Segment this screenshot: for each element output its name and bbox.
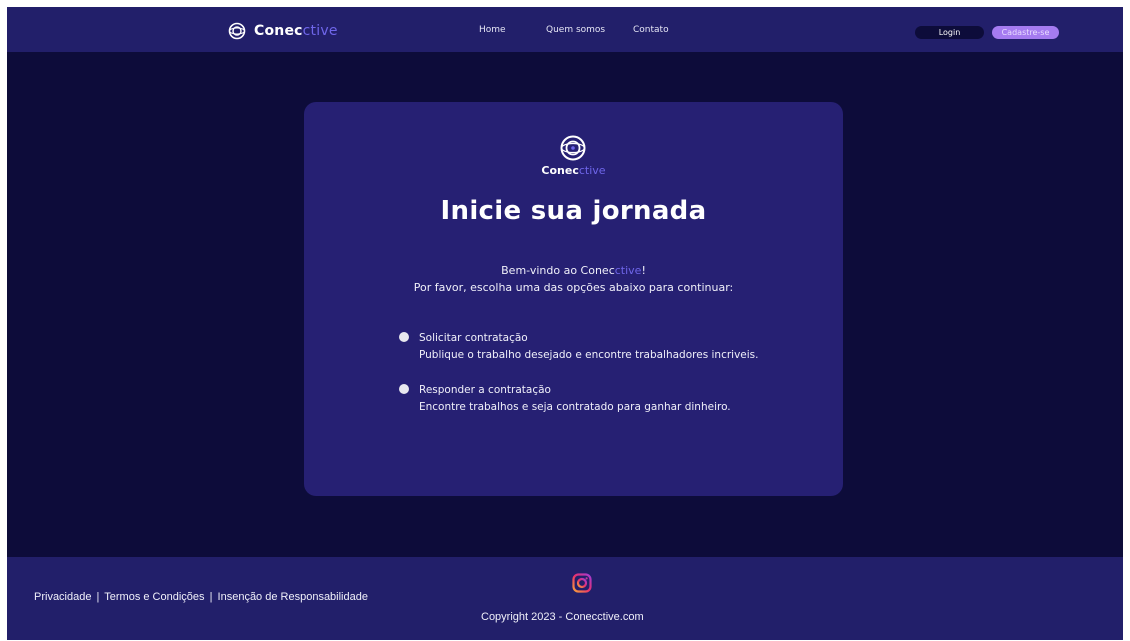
option-text: Responder a contratação Encontre trabalh…: [419, 382, 731, 416]
globe-logo-icon: [560, 135, 586, 161]
brand-name-part2: ctive: [302, 23, 338, 39]
instruction-text: Por favor, escolha uma das opções abaixo…: [413, 281, 734, 294]
option-description: Encontre trabalhos e seja contratado par…: [419, 401, 731, 413]
option-respond-hiring[interactable]: Responder a contratação Encontre trabalh…: [399, 382, 819, 416]
signup-button[interactable]: Cadastre-se: [992, 26, 1059, 39]
welcome-message: Bem-vindo ao Conecctive! Por favor, esco…: [304, 262, 843, 296]
brand-name: Conecctive: [254, 23, 338, 39]
top-nav-bar: Conecctive Home Quem somos Contato Login…: [7, 7, 1123, 52]
nav-link-home[interactable]: Home: [479, 25, 506, 35]
welcome-suffix: !: [641, 264, 646, 277]
nav-link-about[interactable]: Quem somos: [546, 25, 605, 35]
footer-link-terms[interactable]: Termos e Condições: [104, 591, 204, 603]
option-text: Solicitar contratação Publique o trabalh…: [419, 330, 758, 364]
option-description: Publique o trabalho desejado e encontre …: [419, 349, 759, 361]
login-button[interactable]: Login: [915, 26, 984, 39]
footer-link-privacy[interactable]: Privacidade: [34, 591, 91, 603]
welcome-brand: ctive: [614, 264, 642, 277]
footer: Privacidade | Termos e Condições | Insen…: [7, 557, 1123, 640]
nav-link-contact[interactable]: Contato: [633, 25, 669, 35]
journey-card: Conecctive Inicie sua jornada Bem-vindo …: [304, 102, 843, 496]
copyright-text: Copyright 2023 - Conecctive.com: [481, 611, 644, 623]
card-brand-part1: Conec: [541, 164, 579, 177]
option-request-hiring[interactable]: Solicitar contratação Publique o trabalh…: [399, 330, 819, 364]
instagram-icon[interactable]: [572, 573, 592, 593]
header-logo[interactable]: Conecctive: [228, 22, 338, 40]
radio-button[interactable]: [399, 332, 409, 342]
footer-link-disclaimer[interactable]: Insenção de Responsabilidade: [218, 591, 368, 603]
option-title: Solicitar contratação: [419, 332, 528, 344]
globe-logo-icon: [228, 22, 246, 40]
radio-button[interactable]: [399, 384, 409, 394]
footer-separator: |: [209, 591, 213, 603]
app-frame: Conecctive Home Quem somos Contato Login…: [7, 7, 1123, 640]
card-brand-part2: ctive: [578, 164, 606, 177]
page-title: Inicie sua jornada: [440, 196, 707, 226]
brand-name-part1: Conec: [254, 23, 303, 39]
footer-links: Privacidade | Termos e Condições | Insen…: [34, 591, 368, 603]
card-brand-name: Conecctive: [304, 164, 843, 177]
footer-separator: |: [96, 591, 100, 603]
option-title: Responder a contratação: [419, 384, 551, 396]
welcome-prefix: Bem-vindo ao Conec: [501, 264, 615, 277]
